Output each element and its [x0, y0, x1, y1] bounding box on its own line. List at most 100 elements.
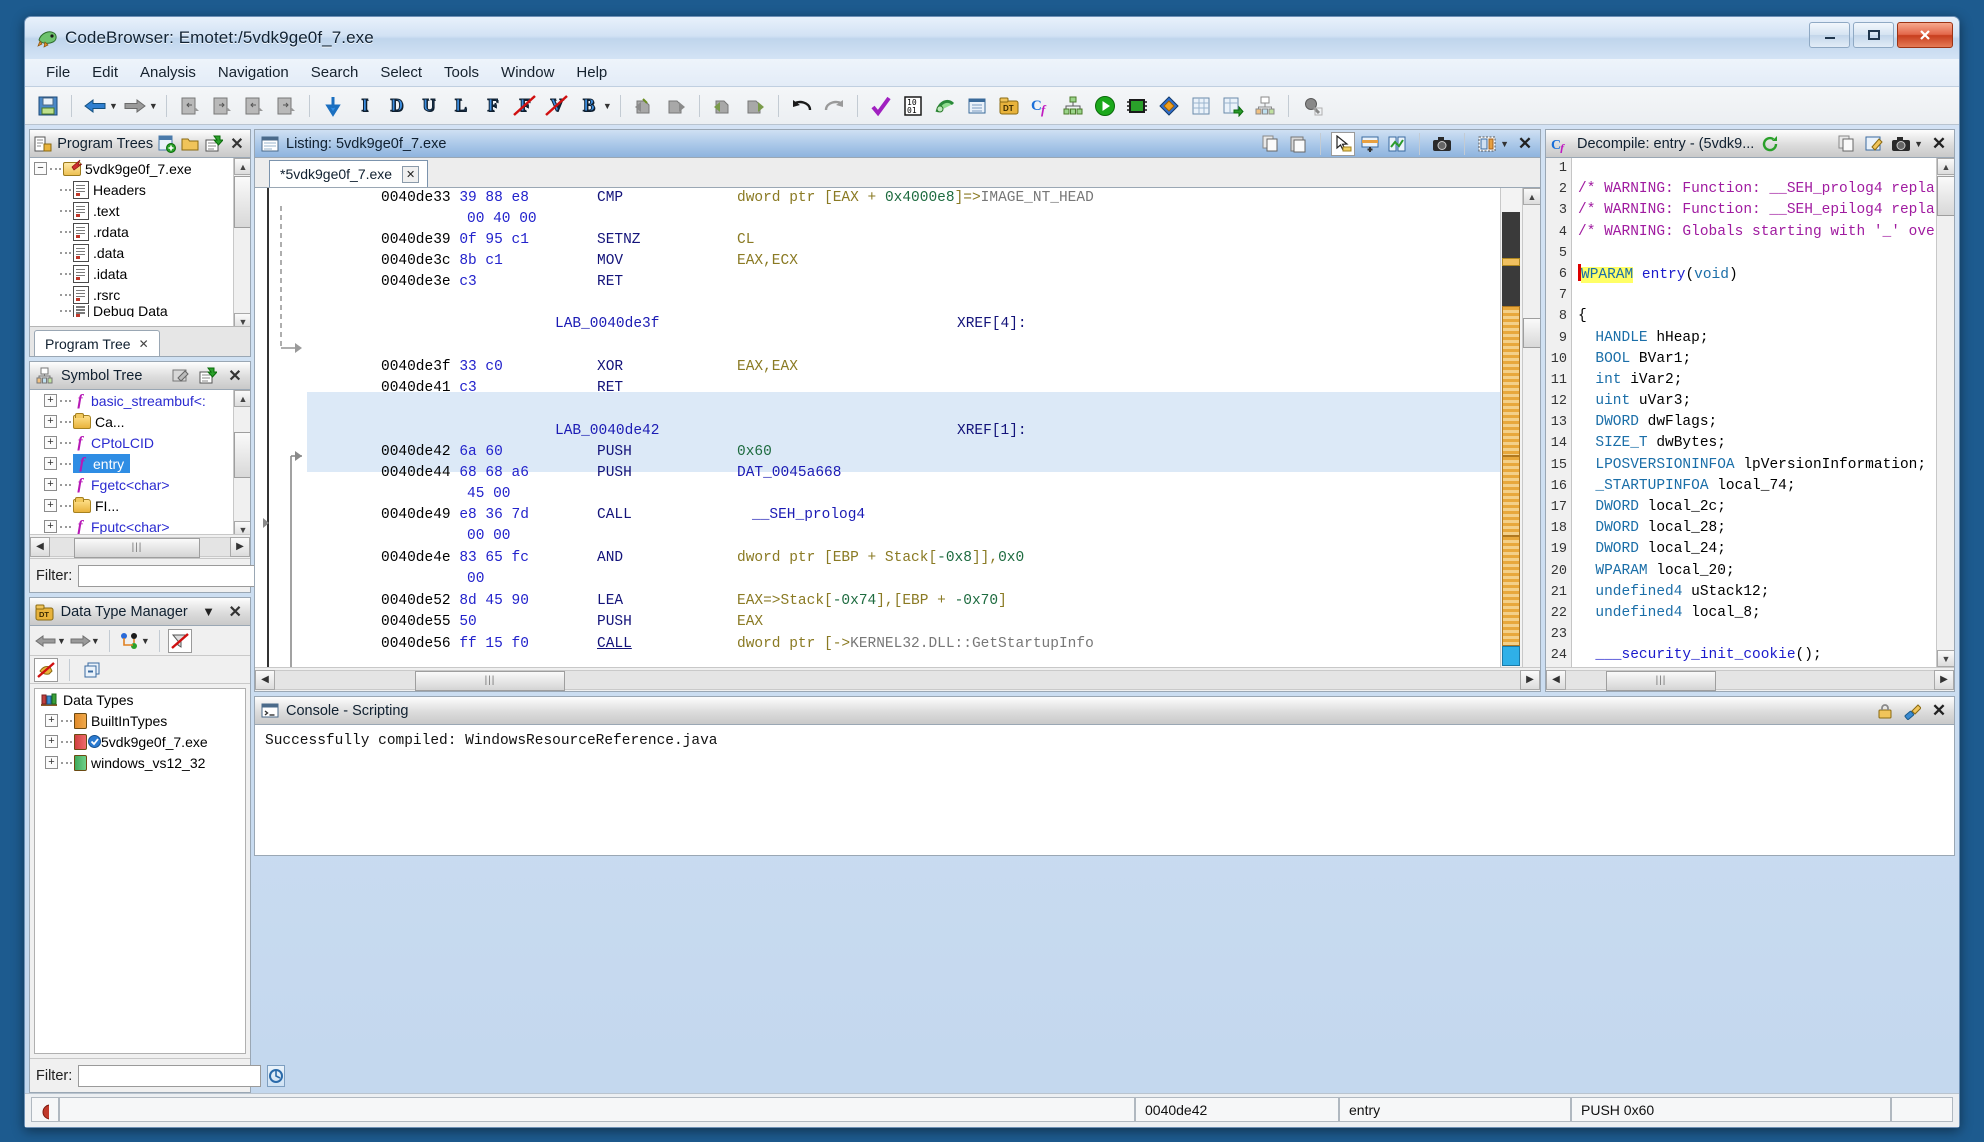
- no-view-filter-icon[interactable]: V: [542, 91, 572, 121]
- listing-line[interactable]: 0040de3e c3: [381, 272, 477, 293]
- tree-row[interactable]: + f Fgetc<char>: [30, 474, 250, 495]
- copy-icon[interactable]: [1260, 133, 1282, 155]
- scroll-thumb[interactable]: |||: [1606, 670, 1716, 691]
- decompiler-line[interactable]: int iVar2;: [1572, 370, 1936, 391]
- tab-program-tree[interactable]: Program Tree ✕: [34, 330, 160, 356]
- tree-row-selected[interactable]: + f entry: [30, 453, 250, 474]
- listing-mnemonic[interactable]: LEA: [597, 591, 623, 612]
- function-filter-icon[interactable]: F: [478, 91, 508, 121]
- defined-data-icon[interactable]: [962, 91, 992, 121]
- expand-expander[interactable]: +: [45, 756, 58, 769]
- decompiler-line-signature[interactable]: WPARAM entry(void): [1572, 263, 1936, 285]
- forward-icon[interactable]: [69, 630, 91, 652]
- decompiler-line[interactable]: [1572, 158, 1936, 179]
- listing-operands[interactable]: EAX,EAX: [737, 357, 798, 378]
- tree-row[interactable]: − 5vdk9ge0f_7.exe: [30, 158, 250, 179]
- previous-location-icon[interactable]: [175, 91, 205, 121]
- listing-operands[interactable]: DAT_0045a668: [737, 463, 841, 484]
- listing-mnemonic[interactable]: CALL: [597, 505, 632, 526]
- close-button[interactable]: [1897, 22, 1953, 48]
- tree-row[interactable]: + f Fputc<char>: [30, 516, 250, 534]
- scroll-thumb[interactable]: [234, 432, 250, 478]
- bookmark-dropdown-icon[interactable]: ▼: [603, 101, 612, 111]
- decompiler-line[interactable]: undefined4 local_8;: [1572, 603, 1936, 624]
- listing-line[interactable]: 0040de3f 33 c0: [381, 357, 503, 378]
- listing-operands[interactable]: dword ptr [EBP + Stack[-0x8]],0x0: [737, 548, 1024, 569]
- bookmark-filter-icon[interactable]: B: [574, 91, 604, 121]
- relocation-pin-icon[interactable]: [1297, 91, 1327, 121]
- scroll-left-button[interactable]: ◀: [30, 536, 50, 557]
- toggle-fields-icon[interactable]: [1476, 133, 1498, 155]
- decompiler-line[interactable]: SIZE_T dwBytes;: [1572, 433, 1936, 454]
- decompiler-line[interactable]: /* WARNING: Function: __SEH_epilog4 repl…: [1572, 200, 1936, 221]
- decompiler-line[interactable]: BOOL BVar1;: [1572, 349, 1936, 370]
- scroll-up-button[interactable]: ▲: [234, 158, 250, 175]
- scroll-right-button[interactable]: ▶: [1520, 669, 1540, 690]
- expand-expander[interactable]: +: [44, 436, 57, 449]
- filter-input[interactable]: [78, 1064, 262, 1087]
- scroll-track[interactable]: |||: [50, 536, 230, 558]
- edit-icon[interactable]: [170, 365, 192, 387]
- scroll-track[interactable]: |||: [275, 669, 1520, 691]
- collapse-all-icon[interactable]: [82, 659, 104, 681]
- close-icon[interactable]: ✕: [224, 601, 246, 623]
- tab-listing-file[interactable]: *5vdk9ge0f_7.exe ✕: [269, 160, 429, 187]
- listing-vscrollbar[interactable]: ▲: [1522, 188, 1540, 667]
- listing-line[interactable]: 00: [467, 569, 484, 590]
- listing-line[interactable]: 0040de42 6a 60: [381, 442, 503, 463]
- scroll-left-button[interactable]: ◀: [255, 669, 275, 690]
- collapse-expander[interactable]: −: [34, 162, 47, 175]
- scroll-up-button[interactable]: ▲: [1937, 158, 1954, 175]
- label-filter-icon[interactable]: L: [446, 91, 476, 121]
- close-icon[interactable]: ✕: [1928, 700, 1950, 722]
- listing-mnemonic[interactable]: PUSH: [597, 442, 632, 463]
- run-script-icon[interactable]: [1090, 91, 1120, 121]
- diff-view-icon[interactable]: [1386, 133, 1408, 155]
- decompiler-line[interactable]: [1572, 243, 1936, 264]
- decompiler-line[interactable]: DWORD local_2c;: [1572, 497, 1936, 518]
- scroll-thumb[interactable]: [1523, 318, 1540, 348]
- instruction-filter-icon[interactable]: I: [350, 91, 380, 121]
- bomb-icon[interactable]: [31, 1097, 59, 1122]
- decompiler-line[interactable]: HANDLE hHeap;: [1572, 328, 1936, 349]
- close-icon[interactable]: ✕: [1928, 133, 1950, 155]
- data-type-manager-tree[interactable]: Data Types + BuiltInTypes + 5vdk9ge0f_7.…: [34, 688, 246, 1054]
- tree-row[interactable]: + windows_vs12_32: [35, 752, 245, 773]
- toggle-dropdown-icon[interactable]: ▼: [1500, 139, 1509, 149]
- menu-tools[interactable]: Tools: [433, 61, 490, 84]
- menu-file[interactable]: File: [35, 61, 81, 84]
- tree-row[interactable]: .rsrc: [30, 284, 250, 305]
- save-icon[interactable]: [33, 91, 63, 121]
- tree-row[interactable]: Data Types: [35, 689, 245, 710]
- paste-tree-icon[interactable]: [205, 133, 223, 155]
- listing-line[interactable]: 0040de3c 8b c1: [381, 251, 503, 272]
- listing-mnemonic[interactable]: RET: [597, 378, 623, 399]
- memory-map-icon[interactable]: [1122, 91, 1152, 121]
- close-icon[interactable]: ✕: [224, 365, 246, 387]
- listing-operands[interactable]: CL: [737, 230, 754, 251]
- scroll-thumb[interactable]: [1937, 176, 1954, 216]
- menu-analysis[interactable]: Analysis: [129, 61, 207, 84]
- back-dropdown-icon[interactable]: ▼: [109, 101, 118, 111]
- tree-row[interactable]: + 5vdk9ge0f_7.exe: [35, 731, 245, 752]
- next-location-icon[interactable]: [207, 91, 237, 121]
- listing-operands[interactable]: EAX=>Stack[-0x74],[EBP + -0x70]: [737, 591, 1007, 612]
- listing-hscrollbar[interactable]: ◀ ||| ▶: [255, 667, 1540, 691]
- decompiler-line[interactable]: {: [1572, 306, 1936, 327]
- listing-mnemonic[interactable]: RET: [597, 272, 623, 293]
- decompiler-hscrollbar[interactable]: ◀ ||| ▶: [1546, 667, 1954, 691]
- decompiler-line[interactable]: undefined4 uStack12;: [1572, 582, 1936, 603]
- expand-expander[interactable]: +: [44, 394, 57, 407]
- scroll-down-button[interactable]: ▼: [234, 521, 250, 534]
- listing-label[interactable]: LAB_0040de42: [555, 421, 659, 442]
- menu-help[interactable]: Help: [565, 61, 618, 84]
- symbol-diamond-icon[interactable]: [1154, 91, 1184, 121]
- lock-icon[interactable]: [1874, 700, 1896, 722]
- scroll-left-button[interactable]: ◀: [1546, 669, 1566, 690]
- listing-label[interactable]: LAB_0040de3f: [555, 314, 659, 335]
- listing-line[interactable]: 0040de4e 83 65 fc: [381, 548, 529, 569]
- listing-line[interactable]: 0040de49 e8 36 7d: [381, 505, 529, 526]
- previous-function-icon[interactable]: [239, 91, 269, 121]
- tree-row[interactable]: + Ca...: [30, 411, 250, 432]
- new-datatype-icon[interactable]: [119, 630, 141, 652]
